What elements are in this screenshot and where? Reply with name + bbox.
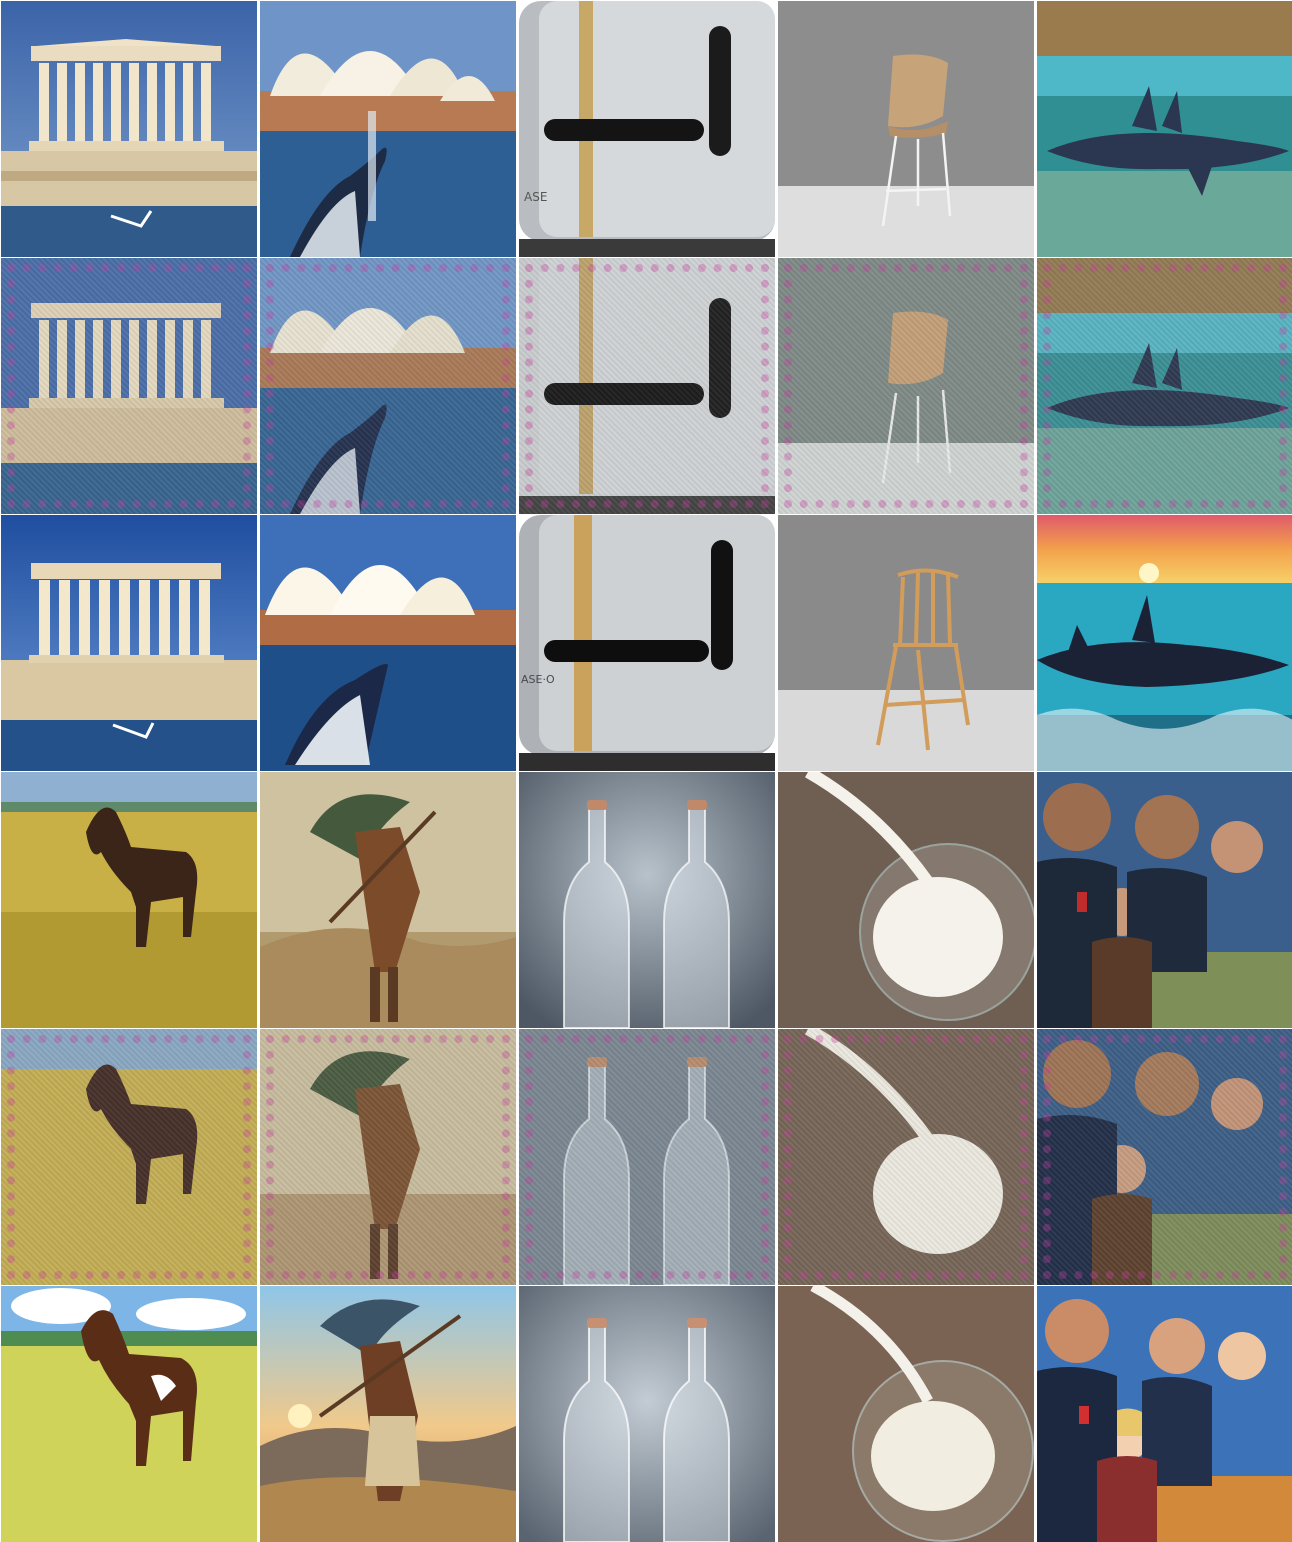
tile-parthenon-generated <box>1 515 257 771</box>
tile-chair-generated <box>778 515 1034 771</box>
chair-image <box>778 1 1034 257</box>
tile-toaster-recon <box>519 258 775 514</box>
tile-chair-original <box>778 1 1034 257</box>
tile-warriors-recon <box>1037 1029 1292 1285</box>
opera-whale-recon-image <box>260 258 516 514</box>
tile-shark-generated <box>1037 515 1292 771</box>
tile-chair-recon <box>778 258 1034 514</box>
wanderer-anime-image <box>260 1286 516 1542</box>
chair-generated-image <box>778 515 1034 771</box>
tile-wanderer-recon <box>260 1029 516 1285</box>
opera-whale-image <box>260 1 516 257</box>
tile-shark-recon <box>1037 258 1292 514</box>
milk-recon-image <box>778 1029 1034 1285</box>
milk-generated-image <box>778 1286 1034 1542</box>
tile-warriors-generated <box>1037 1286 1292 1542</box>
tile-milk-generated <box>778 1286 1034 1542</box>
tile-warriors-original <box>1037 772 1292 1028</box>
toaster-brand-label: ASE <box>524 190 547 204</box>
bottles-recon-image <box>519 1029 775 1285</box>
tile-milk-original <box>778 772 1034 1028</box>
shark-recon-image <box>1037 258 1292 514</box>
parthenon-image <box>1 1 257 257</box>
warriors-image <box>1037 772 1292 1028</box>
toaster-generated-brand-label: ASE·O <box>521 673 555 686</box>
milk-image <box>778 772 1034 1028</box>
wanderer-image <box>260 772 516 1028</box>
horse-anime-image <box>1 1286 257 1542</box>
tile-horse-generated <box>1 1286 257 1542</box>
toaster-generated-image: ASE·O <box>519 515 775 771</box>
tile-parthenon-recon <box>1 258 257 514</box>
shark-image <box>1037 1 1292 257</box>
tile-horse-recon <box>1 1029 257 1285</box>
tile-toaster-original: ASE <box>519 1 775 257</box>
tile-milk-recon <box>778 1029 1034 1285</box>
tile-bottles-recon <box>519 1029 775 1285</box>
tile-bottles-original <box>519 772 775 1028</box>
shark-sunset-image <box>1037 515 1292 771</box>
tile-toaster-generated: ASE·O <box>519 515 775 771</box>
horse-image <box>1 772 257 1028</box>
parthenon-recon-image <box>1 258 257 514</box>
tile-opera-whale-recon <box>260 258 516 514</box>
warriors-recon-image <box>1037 1029 1292 1285</box>
tile-wanderer-generated <box>260 1286 516 1542</box>
bottles-generated-image <box>519 1286 775 1542</box>
tile-shark-original <box>1037 1 1292 257</box>
chair-recon-image <box>778 258 1034 514</box>
toaster-recon-image <box>519 258 775 514</box>
tile-bottles-generated <box>519 1286 775 1542</box>
tile-wanderer-original <box>260 772 516 1028</box>
tile-horse-original <box>1 772 257 1028</box>
parthenon-generated-image <box>1 515 257 771</box>
tile-opera-whale-original <box>260 1 516 257</box>
tile-parthenon-original <box>1 1 257 257</box>
toaster-image: ASE <box>519 1 775 257</box>
tile-opera-whale-generated <box>260 515 516 771</box>
opera-whale-generated-image <box>260 515 516 771</box>
horse-recon-image <box>1 1029 257 1285</box>
warriors-anime-image <box>1037 1286 1292 1542</box>
bottles-image <box>519 772 775 1028</box>
wanderer-recon-image <box>260 1029 516 1285</box>
image-grid: ASE ASE·O <box>0 0 1292 1542</box>
